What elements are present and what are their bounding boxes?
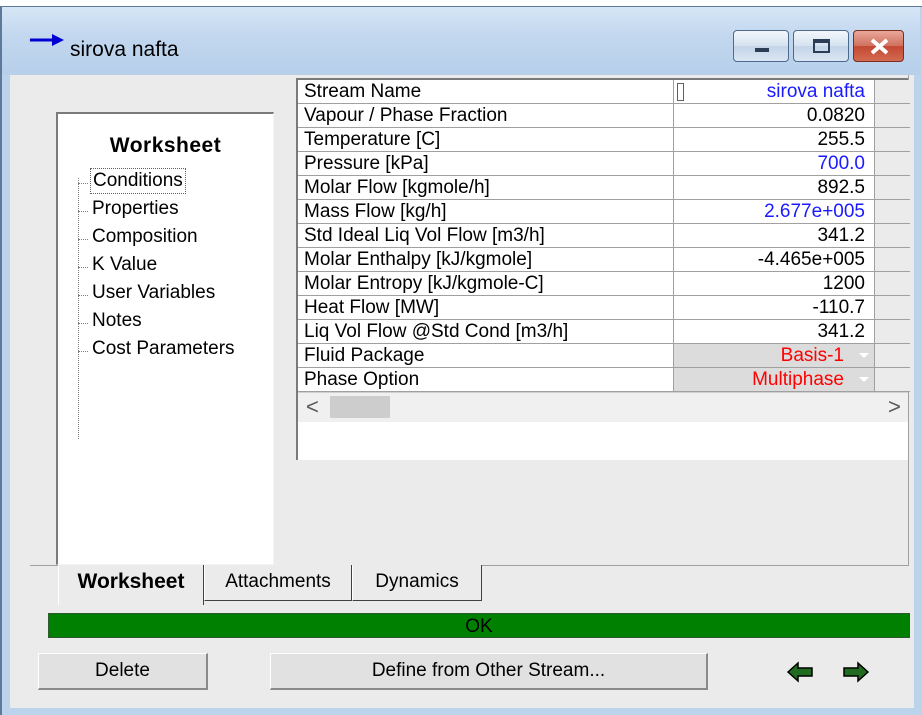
arrow-right-icon[interactable]	[842, 658, 870, 686]
row-label: Mass Flow [kg/h]	[298, 200, 674, 224]
grid-filler	[875, 104, 910, 128]
grid-row-molar-entropy[interactable]: Molar Entropy [kJ/kgmole-C] 1200	[298, 272, 910, 296]
grid-row-pressure[interactable]: Pressure [kPa] 700.0	[298, 152, 910, 176]
row-label: Molar Entropy [kJ/kgmole-C]	[298, 272, 674, 296]
grid-row-mass-flow[interactable]: Mass Flow [kg/h] 2.677e+005	[298, 200, 910, 224]
stream-arrow-icon	[30, 34, 64, 46]
tab-worksheet[interactable]: Worksheet	[58, 565, 204, 605]
row-value[interactable]: 341.2	[674, 320, 875, 344]
grid-row-stream-name[interactable]: Stream Name sirova nafta	[298, 80, 910, 104]
worksheet-nav-tree: Worksheet Conditions Properties Composit…	[56, 112, 274, 565]
grid-row-vapour-fraction[interactable]: Vapour / Phase Fraction 0.0820	[298, 104, 910, 128]
title-bar[interactable]: sirova nafta	[2, 7, 920, 75]
row-label: Fluid Package	[298, 344, 674, 368]
scroll-right-icon[interactable]: >	[888, 395, 901, 419]
grid-filler	[875, 200, 910, 224]
row-label: Molar Enthalpy [kJ/kgmole]	[298, 248, 674, 272]
row-value[interactable]: 341.2	[674, 224, 875, 248]
nav-item-label: Cost Parameters	[92, 338, 235, 359]
row-label: Pressure [kPa]	[298, 152, 674, 176]
conditions-grid[interactable]: Stream Name sirova nafta Vapour / Phase …	[296, 78, 910, 460]
grid-row-phase-option[interactable]: Phase Option Multiphase	[298, 368, 910, 392]
grid-row-liq-vol-flow-std-cond[interactable]: Liq Vol Flow @Std Cond [m3/h] 341.2	[298, 320, 910, 344]
row-label: Liq Vol Flow @Std Cond [m3/h]	[298, 320, 674, 344]
grid-filler	[875, 320, 910, 344]
close-icon	[870, 38, 889, 55]
grid-filler	[875, 152, 910, 176]
grid-filler	[875, 248, 910, 272]
grid-filler	[875, 296, 910, 320]
grid-filler	[875, 128, 910, 152]
row-value[interactable]: 700.0	[674, 152, 875, 176]
grid-filler	[875, 368, 910, 392]
horizontal-scrollbar[interactable]: < >	[298, 392, 908, 422]
grid-row-std-ideal-liq-vol-flow[interactable]: Std Ideal Liq Vol Flow [m3/h] 341.2	[298, 224, 910, 248]
define-from-other-stream-button[interactable]: Define from Other Stream...	[270, 653, 708, 690]
nav-item-label: K Value	[92, 254, 158, 275]
row-value[interactable]: -4.465e+005	[674, 248, 875, 272]
row-label: Temperature [C]	[298, 128, 674, 152]
fluid-package-dropdown[interactable]: Basis-1	[674, 344, 875, 368]
close-button[interactable]	[853, 30, 904, 62]
row-value[interactable]: -110.7	[674, 296, 875, 320]
dropdown-value: Multiphase	[752, 369, 844, 390]
nav-title: Worksheet	[109, 134, 222, 157]
nav-item-label: User Variables	[92, 282, 216, 303]
worksheet-panel: Worksheet Conditions Properties Composit…	[30, 75, 910, 566]
grid-filler	[875, 80, 910, 104]
row-value[interactable]: 0.0820	[674, 104, 875, 128]
chevron-down-icon	[859, 353, 869, 358]
window-title: sirova nafta	[70, 38, 179, 61]
row-value[interactable]: sirova nafta	[674, 80, 875, 104]
grid-filler	[875, 272, 910, 296]
nav-item-label: Properties	[92, 198, 179, 219]
arrow-left-icon[interactable]	[786, 658, 814, 686]
scrollbar-thumb[interactable]	[330, 396, 390, 418]
grid-filler	[875, 176, 910, 200]
row-value[interactable]: 1200	[674, 272, 875, 296]
row-label: Vapour / Phase Fraction	[298, 104, 674, 128]
row-label: Std Ideal Liq Vol Flow [m3/h]	[298, 224, 674, 248]
grid-filler	[875, 344, 910, 368]
nav-item-label: Notes	[92, 310, 142, 331]
grid-row-molar-enthalpy[interactable]: Molar Enthalpy [kJ/kgmole] -4.465e+005	[298, 248, 910, 272]
row-label: Molar Flow [kgmole/h]	[298, 176, 674, 200]
row-value[interactable]: 892.5	[674, 176, 875, 200]
tab-attachments[interactable]: Attachments	[204, 565, 352, 601]
row-label: Stream Name	[298, 80, 674, 104]
maximize-icon	[813, 39, 830, 53]
tree-connector	[78, 178, 79, 439]
nav-item-label: Conditions	[90, 168, 186, 194]
grid-row-fluid-package[interactable]: Fluid Package Basis-1	[298, 344, 910, 368]
status-bar: OK	[48, 613, 910, 638]
row-value[interactable]: 2.677e+005	[674, 200, 875, 224]
cell-cursor	[677, 83, 684, 101]
grid-row-molar-flow[interactable]: Molar Flow [kgmole/h] 892.5	[298, 176, 910, 200]
row-label: Heat Flow [MW]	[298, 296, 674, 320]
grid-filler	[875, 224, 910, 248]
maximize-button[interactable]	[793, 30, 849, 62]
chevron-down-icon	[859, 377, 869, 382]
row-label: Phase Option	[298, 368, 674, 392]
row-value[interactable]: 255.5	[674, 128, 875, 152]
client-area: Worksheet Conditions Properties Composit…	[10, 75, 914, 708]
phase-option-dropdown[interactable]: Multiphase	[674, 368, 875, 392]
stream-window: sirova nafta Worksheet Conditions Proper…	[0, 0, 922, 715]
grid-row-temperature[interactable]: Temperature [C] 255.5	[298, 128, 910, 152]
scroll-left-icon[interactable]: <	[306, 395, 319, 419]
dropdown-value: Basis-1	[780, 345, 844, 366]
tab-dynamics[interactable]: Dynamics	[352, 565, 482, 601]
grid-row-heat-flow[interactable]: Heat Flow [MW] -110.7	[298, 296, 910, 320]
delete-button[interactable]: Delete	[38, 653, 208, 690]
nav-item-label: Composition	[92, 226, 198, 247]
stream-name-value: sirova nafta	[766, 81, 865, 102]
minimize-button[interactable]	[733, 30, 789, 62]
minimize-icon	[755, 48, 769, 52]
